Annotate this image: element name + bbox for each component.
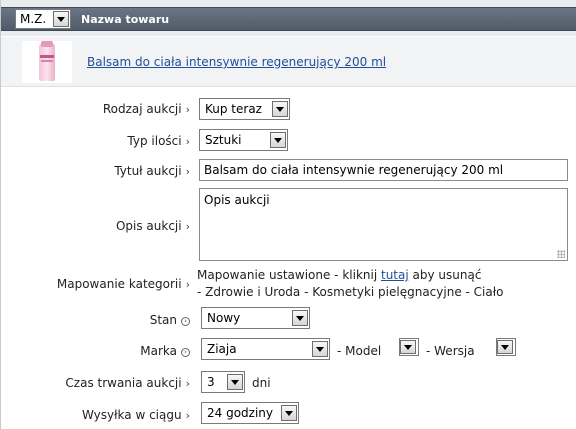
auction-type-label-text: Rodzaj aukcji: [102, 102, 182, 116]
chevron-right-icon: ›: [185, 278, 190, 291]
condition-select[interactable]: Nowy: [201, 307, 310, 329]
quantity-type-label-text: Typ ilości: [127, 134, 182, 148]
duration-select[interactable]: 3: [201, 371, 245, 393]
shipping-label-text: Wysyłka w ciągu: [82, 408, 182, 422]
tube-label-line: [41, 60, 53, 62]
quantity-type-label: Typ ilości ›: [127, 134, 190, 148]
auction-title-input[interactable]: Balsam do ciała intensywnie regenerujący…: [199, 159, 568, 181]
version-select[interactable]: [496, 338, 516, 356]
brand-label: Marka ›: [140, 344, 190, 358]
chevron-right-icon: ›: [185, 409, 190, 422]
brand-label-text: Marka: [140, 344, 177, 358]
chevron-down-icon[interactable]: [227, 374, 243, 390]
chevron-down-icon[interactable]: [270, 132, 286, 148]
duration-label-text: Czas trwania aukcji: [65, 376, 182, 390]
shipping-label: Wysyłka w ciągu ›: [82, 408, 190, 422]
quantity-type-value: Sztuki: [205, 133, 242, 147]
chevron-down-icon[interactable]: [400, 340, 416, 354]
tube-cap: [41, 41, 53, 47]
category-mapping-text-after: aby usunąć: [412, 268, 482, 282]
chevron-right-icon: ›: [185, 165, 190, 178]
brand-value: Ziaja: [207, 342, 237, 356]
chevron-down-icon[interactable]: [292, 310, 308, 326]
column-title: Nazwa towaru: [81, 13, 170, 26]
category-mapping-label-text: Mapowanie kategorii: [56, 277, 182, 291]
description-value: Opis aukcji: [204, 193, 270, 207]
version-label: - Wersja: [426, 344, 475, 358]
product-name-link[interactable]: Balsam do ciała intensywnie regenerujący…: [87, 55, 386, 69]
condition-value: Nowy: [207, 311, 241, 325]
chevron-down-icon[interactable]: [53, 11, 69, 27]
tube-label: [40, 55, 54, 58]
info-icon[interactable]: ›: [181, 348, 190, 357]
model-select[interactable]: [399, 338, 419, 356]
auction-type-label: Rodzaj aukcji ›: [103, 102, 190, 116]
chevron-down-icon[interactable]: [312, 341, 328, 357]
model-label: - Model: [337, 344, 382, 358]
quantity-type-select[interactable]: Sztuki: [199, 129, 288, 151]
duration-label: Czas trwania aukcji ›: [65, 376, 190, 390]
mz-select-value: M.Z.: [20, 12, 47, 26]
tube-image: [39, 43, 55, 81]
remove-mapping-link[interactable]: tutaj: [381, 268, 409, 282]
duration-unit: dni: [252, 376, 271, 390]
description-textarea[interactable]: Opis aukcji: [199, 188, 568, 261]
mz-select[interactable]: M.Z.: [15, 9, 71, 29]
brand-select[interactable]: Ziaja: [201, 338, 330, 360]
duration-value: 3: [207, 375, 215, 389]
category-mapping-text-before: Mapowanie ustawione - kliknij: [197, 268, 378, 282]
auction-title-label-text: Tytuł aukcji: [114, 164, 182, 178]
chevron-down-icon[interactable]: [497, 340, 513, 354]
chevron-down-icon[interactable]: [272, 101, 288, 117]
info-icon[interactable]: ›: [181, 317, 190, 326]
chevron-right-icon: ›: [185, 377, 190, 390]
auction-title-label: Tytuł aukcji ›: [114, 164, 190, 178]
chevron-down-icon[interactable]: [281, 405, 297, 421]
auction-type-value: Kup teraz: [205, 102, 262, 116]
category-path: - Zdrowie i Uroda - Kosmetyki pielęgnacy…: [197, 285, 504, 299]
shipping-value: 24 godziny: [207, 406, 273, 420]
description-label-text: Opis aukcji: [115, 219, 182, 233]
condition-label-text: Stan: [149, 313, 177, 327]
condition-label: Stan ›: [150, 313, 190, 327]
chevron-right-icon: ›: [185, 103, 190, 116]
shipping-select[interactable]: 24 godziny: [201, 402, 299, 424]
table-header: M.Z. Nazwa towaru: [1, 0, 576, 36]
category-mapping-label: Mapowanie kategorii ›: [57, 277, 190, 291]
auction-form-page: M.Z. Nazwa towaru Balsam do ciała intens…: [0, 0, 576, 429]
auction-type-select[interactable]: Kup teraz: [199, 98, 290, 120]
chevron-right-icon: ›: [185, 220, 190, 233]
category-mapping-status: Mapowanie ustawione - kliknij tutaj aby …: [197, 268, 481, 282]
auction-title-value: Balsam do ciała intensywnie regenerujący…: [204, 163, 504, 177]
description-label: Opis aukcji ›: [116, 219, 190, 233]
chevron-right-icon: ›: [185, 135, 190, 148]
resize-grip-icon[interactable]: [557, 250, 565, 258]
product-thumbnail: [22, 41, 72, 83]
